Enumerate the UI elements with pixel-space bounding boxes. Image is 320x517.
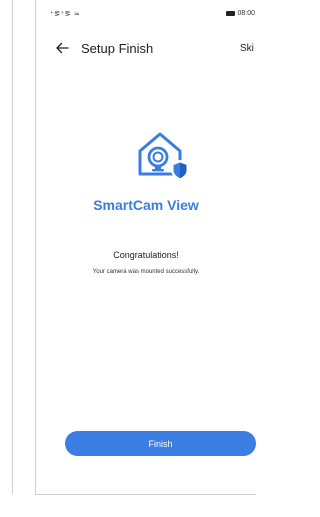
page-title: Setup Finish xyxy=(81,41,154,56)
home-camera-shield-icon xyxy=(138,132,189,182)
skip-button[interactable]: Ski xyxy=(240,43,254,54)
status-time: 08:00 xyxy=(237,10,255,17)
previous-screen-edge xyxy=(0,0,13,494)
setup-finish-screen: ⁺⪚⁺⪚ ≈ 08:00 Setup Finish Ski SmartCam V… xyxy=(35,0,256,495)
finish-button[interactable]: Finish xyxy=(65,431,256,456)
screen: ⁺⪚⁺⪚ ≈ 08:00 Setup Finish Ski SmartCam V… xyxy=(0,0,256,517)
header: Setup Finish Ski xyxy=(36,38,256,62)
signal-wifi-indicator: ⁺⪚⁺⪚ ≈ xyxy=(50,10,81,18)
status-right: 08:00 xyxy=(226,10,255,17)
battery-icon xyxy=(226,11,236,16)
success-detail: Your camera was mounted successfully. xyxy=(92,269,200,275)
success-headline: Congratulations! xyxy=(113,250,179,260)
arrow-left-icon[interactable] xyxy=(54,40,70,56)
brand-name: SmartCam View xyxy=(93,197,199,213)
status-bar: ⁺⪚⁺⪚ ≈ 08:00 xyxy=(50,10,256,24)
